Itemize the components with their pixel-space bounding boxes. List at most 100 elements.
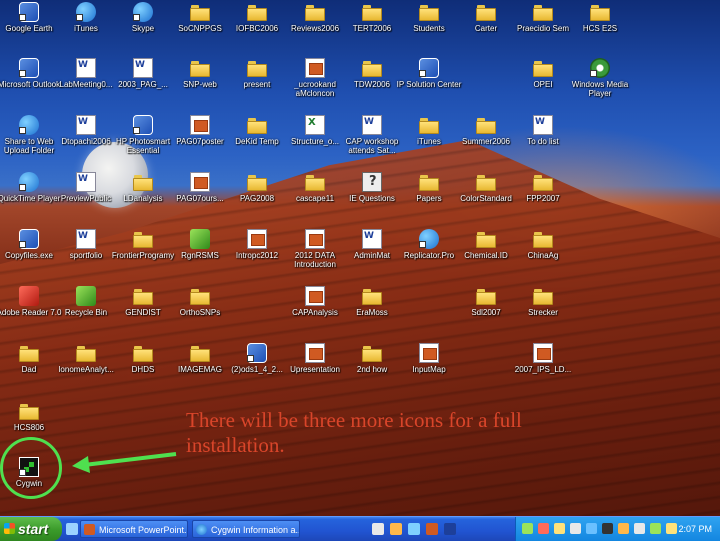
desktop-icon-opei[interactable]: OPEI: [514, 58, 572, 112]
desktop-icon-label: DeKid Temp: [235, 137, 279, 146]
desktop-icon-colorstandard[interactable]: ColorStandard: [457, 172, 515, 226]
desktop-icon-cap-workshop-attends-sat[interactable]: CAP workshop attends Sat...: [343, 115, 401, 169]
desktop-icon-itunes[interactable]: iTunes: [400, 115, 458, 169]
desktop-icon-rgnrsms[interactable]: RgnRSMS: [171, 229, 229, 283]
doc-icon: [76, 58, 96, 78]
desktop-icon-adminmat[interactable]: AdminMat: [343, 229, 401, 283]
desktop-icon-gendist[interactable]: GENDIST: [114, 286, 172, 340]
desktop-icon-share-to-web-upload-folder[interactable]: Share to Web Upload Folder: [0, 115, 58, 169]
desktop-icon-tdw2006[interactable]: TDW2006: [343, 58, 401, 112]
desktop-icon-orthosnps[interactable]: OrthoSNPs: [171, 286, 229, 340]
taskbar-button-powerpoint[interactable]: Microsoft PowerPoint...: [80, 520, 188, 538]
desktop-icon-ionomeanalyt[interactable]: IonomeAnalyt...: [57, 343, 115, 397]
start-button[interactable]: start: [0, 517, 62, 541]
desktop-icon-2-ods1-4-2[interactable]: (2)ods1_4_2...: [228, 343, 286, 397]
desktop-icon-dhds[interactable]: DHDS: [114, 343, 172, 397]
desktop-icon-sportfolio[interactable]: sportfolio: [57, 229, 115, 283]
tray-icon[interactable]: [570, 523, 581, 534]
folder-icon: [533, 58, 553, 78]
tray-icon[interactable]: [602, 523, 613, 534]
desktop-icon-summer2006[interactable]: Summer2006: [457, 115, 515, 169]
quicklaunch-icon[interactable]: [408, 523, 420, 535]
folder-icon: [533, 172, 553, 192]
desktop-icon-chinaag[interactable]: ChinaAg: [514, 229, 572, 283]
desktop-icon-adobe-reader-7-0[interactable]: Adobe Reader 7.0: [0, 286, 61, 340]
desktop-icon-replicator-pro[interactable]: Replicator.Pro: [400, 229, 458, 283]
taskbar-button-browser[interactable]: Cygwin Information a...: [192, 520, 300, 538]
tray-icon[interactable]: [650, 523, 661, 534]
desktop-icon-ucrookand-amcloncon[interactable]: _ucrookand aMcloncon: [286, 58, 344, 112]
browser-icon: [196, 524, 207, 535]
tray-icon[interactable]: [554, 523, 565, 534]
desktop-icon-iofbc2006[interactable]: IOFBC2006: [228, 2, 286, 56]
desktop-icon-label: Windows Media Player: [571, 80, 629, 98]
desktop-icon-recycle-bin[interactable]: Recycle Bin: [57, 286, 115, 340]
tray-icon[interactable]: [618, 523, 629, 534]
desktop-icon-intropc2012[interactable]: Intropc2012: [228, 229, 286, 283]
desktop-icon-carter[interactable]: Carter: [457, 2, 515, 56]
desktop-icon-socnppgs[interactable]: SoCNPPGS: [171, 2, 229, 56]
folder-icon: [476, 2, 496, 22]
desktop-icon-google-earth[interactable]: Google Earth: [0, 2, 58, 56]
desktop-icon-microsoft-outlook[interactable]: Microsoft Outlook: [0, 58, 60, 112]
desktop-icon-2007-ips-ld[interactable]: 2007_IPS_LD...: [514, 343, 572, 397]
desktop-icon-present[interactable]: present: [228, 58, 286, 112]
desktop-icon-ie-questions[interactable]: IE Questions: [343, 172, 401, 226]
tray-icon[interactable]: [634, 523, 645, 534]
desktop-icon-skype[interactable]: Skype: [114, 2, 172, 56]
desktop-icon-capanalysis[interactable]: CAPAnalysis: [286, 286, 344, 340]
quicklaunch-icon[interactable]: [426, 523, 438, 535]
folder-icon: [247, 172, 267, 192]
desktop-icon-dad[interactable]: Dad: [0, 343, 58, 397]
desktop-icon-fpp2007[interactable]: FPP2007: [514, 172, 572, 226]
desktop-icon-papers[interactable]: Papers: [400, 172, 458, 226]
quicklaunch-icon[interactable]: [66, 523, 78, 535]
desktop-icon-label: OrthoSNPs: [179, 308, 221, 317]
desktop-icon-reviews2006[interactable]: Reviews2006: [286, 2, 344, 56]
desktop-icon-itunes[interactable]: iTunes: [57, 2, 115, 56]
desktop-icon-inputmap[interactable]: InputMap: [400, 343, 458, 397]
desktop-icon-windows-media-player[interactable]: Windows Media Player: [571, 58, 629, 112]
quicklaunch-icon[interactable]: [390, 523, 402, 535]
desktop-icon-frontierprogramy[interactable]: FrontierProgramy: [112, 229, 174, 283]
desktop-icon-pag07ours[interactable]: PAG07ours...: [171, 172, 229, 226]
desktop-icon-quicktime-player[interactable]: QuickTime Player: [0, 172, 60, 226]
desktop-icon-dekid-temp[interactable]: DeKid Temp: [228, 115, 286, 169]
desktop-icon-snp-web[interactable]: SNP-web: [171, 58, 229, 112]
desktop-icon-hp-photosmart-essential[interactable]: HP Photosmart Essential: [114, 115, 172, 169]
desktop-icon-praecidio-sem[interactable]: Praecidio Sem: [514, 2, 572, 56]
desktop-icon-to-do-list[interactable]: To do list: [514, 115, 572, 169]
ppt-icon: [305, 286, 325, 306]
desktop-icon-imagemag[interactable]: IMAGEMAG: [171, 343, 229, 397]
desktop-icon-hcs-e2s[interactable]: HCS E2S: [571, 2, 629, 56]
tray-icon[interactable]: [666, 523, 677, 534]
desktop-icon-2003-pag[interactable]: 2003_PAG_...: [114, 58, 172, 112]
doc-icon: [362, 229, 382, 249]
desktop-icon-cascape11[interactable]: cascape11: [286, 172, 344, 226]
desktop-icon-labmeeting0[interactable]: LabMeeting0...: [57, 58, 115, 112]
quicklaunch-icon[interactable]: [372, 523, 384, 535]
desktop-icon-upresentation[interactable]: Upresentation: [286, 343, 344, 397]
desktop-icon-tert2006[interactable]: TERT2006: [343, 2, 401, 56]
desktop-icon-structure-o[interactable]: Structure_o...: [286, 115, 344, 169]
desktop-icon-ldanalysis[interactable]: LDanalysis: [114, 172, 172, 226]
desktop-icon-eramoss[interactable]: EraMoss: [343, 286, 401, 340]
desktop-icon-2012-data-introduction[interactable]: 2012 DATA Introduction: [286, 229, 344, 283]
desktop-icon-chemical-id[interactable]: Chemical.ID: [457, 229, 515, 283]
tray-icon[interactable]: [538, 523, 549, 534]
desktop-icon-ip-solution-center[interactable]: IP Solution Center: [397, 58, 461, 112]
desktop-icon-dtopachi2006[interactable]: Dtopachi2006: [57, 115, 115, 169]
desktop-icon-students[interactable]: Students: [400, 2, 458, 56]
tray-icon[interactable]: [522, 523, 533, 534]
doc-icon: [76, 229, 96, 249]
tray-icon[interactable]: [586, 523, 597, 534]
desktop-icon-pag2008[interactable]: PAG2008: [228, 172, 286, 226]
desktop-icon-2nd-how[interactable]: 2nd how: [343, 343, 401, 397]
desktop-icon-copyfiles-exe[interactable]: Copyfiles.exe: [0, 229, 58, 283]
desktop-icon-label: IP Solution Center: [396, 80, 462, 89]
desktop-icon-sdl2007[interactable]: Sdl2007: [457, 286, 515, 340]
desktop-icon-previewpublic[interactable]: PreviewPublic: [57, 172, 115, 226]
desktop-icon-strecker[interactable]: Strecker: [514, 286, 572, 340]
desktop-icon-pag07poster[interactable]: PAG07poster: [171, 115, 229, 169]
quicklaunch-icon[interactable]: [444, 523, 456, 535]
